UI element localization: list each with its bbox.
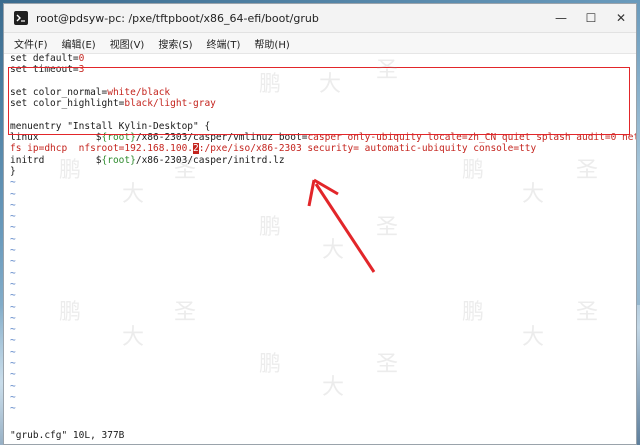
- empty-line-marker: ~: [10, 267, 16, 279]
- menubar: 文件(F) 编辑(E) 视图(V) 搜索(S) 终端(T) 帮助(H): [4, 33, 636, 54]
- menu-edit[interactable]: 编辑(E): [56, 36, 104, 51]
- vim-status-line: "grub.cfg" 10L, 377B: [10, 430, 125, 441]
- menu-help[interactable]: 帮助(H): [248, 36, 297, 51]
- maximize-button[interactable]: ☐: [576, 4, 606, 32]
- empty-line-marker: ~: [10, 211, 16, 223]
- empty-line-marker: ~: [10, 380, 16, 392]
- empty-line-marker: ~: [10, 301, 16, 313]
- empty-line-marker: ~: [10, 391, 16, 403]
- menu-file[interactable]: 文件(F): [8, 36, 56, 51]
- menu-search[interactable]: 搜索(S): [152, 36, 200, 51]
- empty-line-marker: ~: [10, 233, 16, 245]
- empty-line-marker: ~: [10, 358, 16, 370]
- empty-line-marker: ~: [10, 245, 16, 257]
- vim-editor[interactable]: set default=0 set timeout=3 set color_no…: [4, 53, 636, 444]
- empty-line-marker: ~: [10, 256, 16, 268]
- titlebar: root@pdsyw-pc: /pxe/tftpboot/x86_64-efi/…: [4, 4, 636, 33]
- code-line: set color_highlight=black/light-gray: [10, 98, 216, 110]
- empty-line-marker: ~: [10, 324, 16, 336]
- empty-line-marker: ~: [10, 278, 16, 290]
- empty-line-marker: ~: [10, 346, 16, 358]
- close-button[interactable]: ✕: [606, 4, 636, 32]
- code-line: menuentry "Install Kylin-Desktop" {: [10, 120, 211, 132]
- code-line: initrd ${root}/x86-2303/casper/initrd.lz: [10, 154, 285, 166]
- code-line: set default=0: [10, 53, 85, 64]
- code-line: fs ip=dhcp nfsroot=192.168.100.2:/pxe/is…: [10, 143, 537, 155]
- empty-line-marker: ~: [10, 199, 16, 211]
- empty-line-marker: ~: [10, 369, 16, 381]
- code-line: }: [10, 165, 16, 177]
- menu-terminal[interactable]: 终端(T): [201, 36, 249, 51]
- terminal-window: root@pdsyw-pc: /pxe/tftpboot/x86_64-efi/…: [3, 3, 637, 445]
- empty-line-marker: ~: [10, 177, 16, 189]
- menu-view[interactable]: 视图(V): [104, 36, 153, 51]
- empty-line-marker: ~: [10, 290, 16, 302]
- empty-line-marker: ~: [10, 188, 16, 200]
- code-line: linux ${root}/x86-2303/casper/vmlinuz bo…: [10, 132, 637, 144]
- empty-line-marker: ~: [10, 222, 16, 234]
- minimize-button[interactable]: —: [546, 4, 576, 32]
- empty-line-marker: ~: [10, 312, 16, 324]
- terminal-app-icon: [14, 11, 28, 25]
- code-line: set timeout=3: [10, 64, 85, 76]
- window-title: root@pdsyw-pc: /pxe/tftpboot/x86_64-efi/…: [36, 11, 319, 25]
- empty-line-marker: ~: [10, 335, 16, 347]
- empty-line-marker: ~: [10, 403, 16, 415]
- code-line: set color_normal=white/black: [10, 86, 171, 98]
